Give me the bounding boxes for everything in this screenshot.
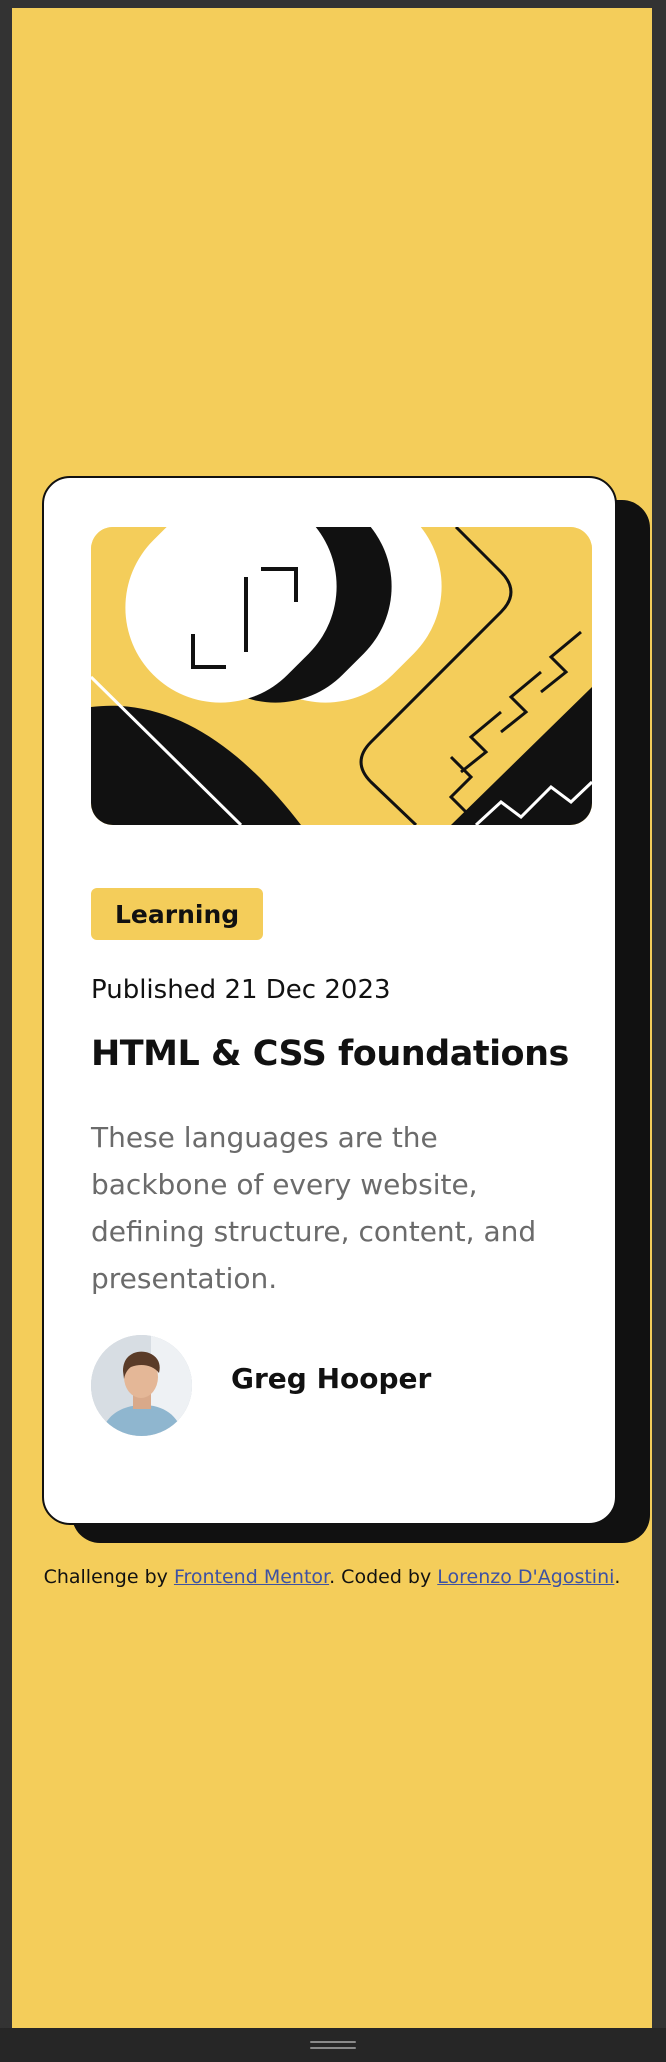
frontend-mentor-link[interactable]: Frontend Mentor [174,1566,329,1588]
attribution-suffix: . [614,1566,621,1588]
attribution-middle: . Coded by [329,1566,438,1588]
attribution: Challenge by Frontend Mentor. Coded by L… [12,1566,652,1588]
author-avatar [91,1335,192,1436]
card-description: These languages are the backbone of ever… [91,1121,537,1295]
page-background: Learning Published 21 Dec 2023 HTML & CS… [12,8,652,2028]
hero-illustration [91,527,592,825]
attribution-prefix: Challenge by [43,1566,174,1588]
author-photo-icon [91,1335,192,1436]
abstract-illustration-icon [91,527,592,825]
drag-handle-icon[interactable] [310,2041,356,2051]
author-link[interactable]: Lorenzo D'Agostini [437,1566,614,1588]
blog-preview-card: Learning Published 21 Dec 2023 HTML & CS… [42,476,617,1525]
category-badge: Learning [91,888,264,940]
card-title[interactable]: HTML & CSS foundations [91,1034,569,1074]
author-name: Greg Hooper [231,1362,432,1395]
publish-date: Published 21 Dec 2023 [91,975,391,1005]
